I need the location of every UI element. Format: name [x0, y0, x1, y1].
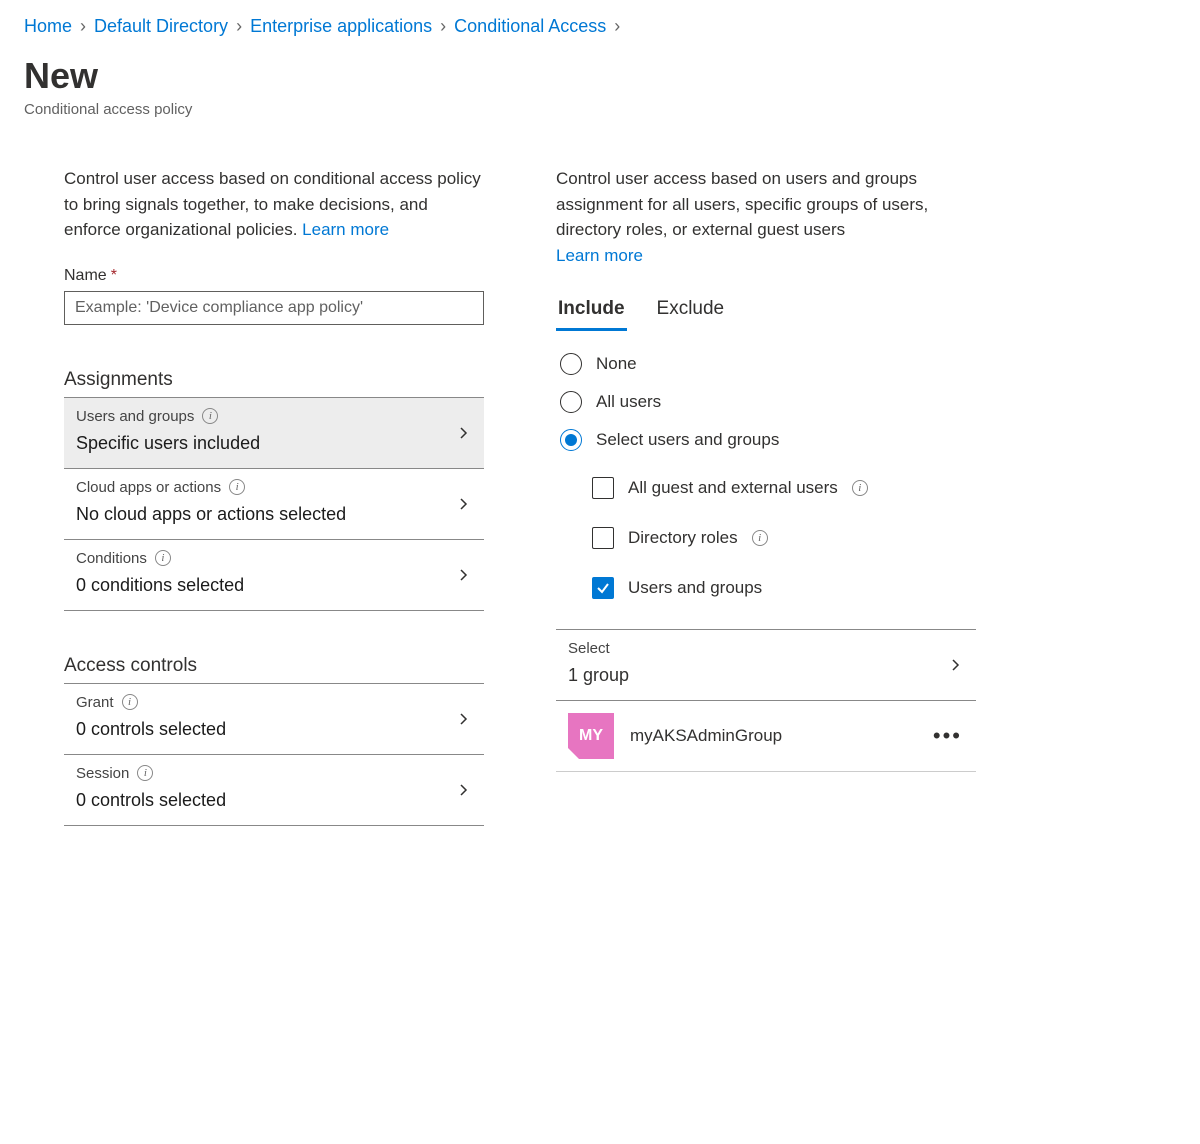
users-and-groups-item[interactable]: Users and groups i Specific users includ… [64, 398, 484, 469]
info-icon[interactable]: i [137, 765, 153, 781]
info-icon[interactable]: i [122, 694, 138, 710]
chevron-right-icon: › [236, 16, 242, 37]
policy-config-panel: Control user access based on conditional… [64, 166, 484, 826]
policy-description: Control user access based on conditional… [64, 166, 484, 243]
cloud-apps-label: Cloud apps or actions [76, 479, 221, 496]
conditions-label: Conditions [76, 550, 147, 567]
chevron-right-icon [458, 498, 470, 510]
page-subtitle: Conditional access policy [24, 101, 1176, 118]
cloud-apps-summary: No cloud apps or actions selected [76, 504, 472, 525]
chevron-right-icon [458, 569, 470, 581]
chevron-right-icon [458, 427, 470, 439]
info-icon[interactable]: i [202, 408, 218, 424]
tab-exclude[interactable]: Exclude [655, 292, 727, 331]
conditions-summary: 0 conditions selected [76, 575, 472, 596]
access-controls-heading: Access controls [64, 655, 484, 684]
policy-name-input[interactable] [64, 291, 484, 325]
radio-icon [560, 429, 582, 451]
assignments-heading: Assignments [64, 369, 484, 398]
chevron-right-icon [458, 784, 470, 796]
cloud-apps-item[interactable]: Cloud apps or actions i No cloud apps or… [64, 469, 484, 540]
chevron-right-icon [458, 713, 470, 725]
more-icon[interactable]: ••• [933, 723, 962, 749]
info-icon[interactable]: i [155, 550, 171, 566]
chevron-right-icon: › [440, 16, 446, 37]
chevron-right-icon: › [80, 16, 86, 37]
users-and-groups-label: Users and groups [76, 408, 194, 425]
selected-group-row[interactable]: MY myAKSAdminGroup ••• [556, 701, 976, 772]
info-icon[interactable]: i [229, 479, 245, 495]
chevron-right-icon [950, 659, 962, 671]
chevron-right-icon: › [614, 16, 620, 37]
breadcrumb-home[interactable]: Home [24, 16, 72, 37]
grant-label: Grant [76, 694, 114, 711]
session-label: Session [76, 765, 129, 782]
learn-more-link[interactable]: Learn more [302, 220, 389, 239]
learn-more-link[interactable]: Learn more [556, 246, 643, 265]
conditions-item[interactable]: Conditions i 0 conditions selected [64, 540, 484, 611]
select-groups-button[interactable]: Select 1 group [556, 630, 976, 701]
avatar: MY [568, 713, 614, 759]
page-title: New [24, 55, 1176, 97]
radio-select-users-groups[interactable]: Select users and groups [560, 429, 976, 451]
radio-none[interactable]: None [560, 353, 976, 375]
session-summary: 0 controls selected [76, 790, 472, 811]
tab-include[interactable]: Include [556, 292, 627, 331]
info-icon[interactable]: i [752, 530, 768, 546]
include-exclude-tabs: Include Exclude [556, 292, 976, 331]
check-users-groups[interactable]: Users and groups [592, 577, 976, 599]
breadcrumb: Home › Default Directory › Enterprise ap… [24, 16, 1176, 37]
breadcrumb-directory[interactable]: Default Directory [94, 16, 228, 37]
group-name: myAKSAdminGroup [630, 726, 782, 746]
session-item[interactable]: Session i 0 controls selected [64, 755, 484, 826]
users-groups-panel: Control user access based on users and g… [556, 166, 976, 826]
breadcrumb-enterprise-apps[interactable]: Enterprise applications [250, 16, 432, 37]
radio-all-users[interactable]: All users [560, 391, 976, 413]
users-and-groups-summary: Specific users included [76, 433, 472, 454]
info-icon[interactable]: i [852, 480, 868, 496]
grant-summary: 0 controls selected [76, 719, 472, 740]
checkbox-icon [592, 527, 614, 549]
check-guest-users[interactable]: All guest and external users i [592, 477, 976, 499]
select-summary: 1 group [568, 665, 964, 686]
breadcrumb-conditional-access[interactable]: Conditional Access [454, 16, 606, 37]
checkbox-icon [592, 577, 614, 599]
select-label: Select [568, 640, 964, 657]
radio-icon [560, 391, 582, 413]
grant-item[interactable]: Grant i 0 controls selected [64, 684, 484, 755]
checkbox-icon [592, 477, 614, 499]
users-groups-description: Control user access based on users and g… [556, 166, 976, 268]
required-asterisk: * [111, 267, 117, 285]
name-label: Name * [64, 267, 484, 285]
check-directory-roles[interactable]: Directory roles i [592, 527, 976, 549]
radio-icon [560, 353, 582, 375]
